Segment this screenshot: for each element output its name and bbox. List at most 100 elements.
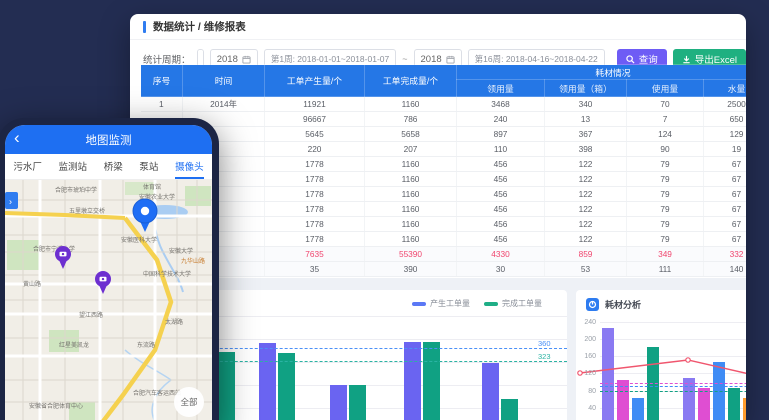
- table-cell: 340: [545, 97, 627, 112]
- table-cell: 1160: [365, 202, 457, 217]
- map-label: 体育馆: [143, 183, 161, 191]
- table-cell: 90: [627, 142, 704, 157]
- consumables-plot: [600, 313, 746, 420]
- map-all-button-label: 全部: [180, 397, 198, 407]
- range-separator: ~: [402, 54, 407, 64]
- sub-col-header-1: 领用量: [457, 80, 545, 97]
- table-cell: 1778: [265, 157, 365, 172]
- legend-label: 完成工单量: [502, 298, 542, 309]
- tab-pump-station[interactable]: 泵站: [139, 154, 158, 179]
- calendar-icon: [242, 55, 251, 64]
- table-cell: 349: [627, 247, 704, 262]
- table-cell: 456: [457, 217, 545, 232]
- phone-tab-bar: 污水厂 监测站 桥梁 泵站 摄像头: [5, 154, 212, 180]
- chart-title-icon: [586, 298, 599, 311]
- y-axis-tick: 40: [578, 405, 596, 412]
- table-cell: 7635: [265, 247, 365, 262]
- tab-monitor-station[interactable]: 监测站: [59, 154, 88, 179]
- back-icon[interactable]: ‹: [14, 128, 20, 148]
- table-cell: 5658: [365, 127, 457, 142]
- table-cell: 398: [545, 142, 627, 157]
- table-cell: 67: [704, 217, 747, 232]
- table-cell: 1160: [365, 187, 457, 202]
- bar-完成工单量: [501, 399, 518, 420]
- table-cell: 1778: [265, 172, 365, 187]
- table-row: 177811604561227967: [141, 172, 747, 187]
- map-label: 合肥市琥珀中学: [55, 186, 97, 194]
- map-all-button[interactable]: 全部: [174, 387, 204, 417]
- bar-完成工单量: [278, 353, 295, 420]
- tab-sewage-plant[interactable]: 污水厂: [13, 154, 42, 179]
- reference-line-label: 323: [538, 352, 551, 361]
- map-label: 安徽省合肥体育中心: [29, 402, 83, 410]
- bar-产生工单量: [482, 363, 499, 420]
- y-axis-tick: 120: [578, 370, 596, 377]
- consumables-chart: 耗材分析 2402001601208040: [576, 290, 746, 420]
- map-expander-button[interactable]: ›: [5, 192, 18, 209]
- table-cell: 53: [545, 262, 627, 277]
- table-cell: 2014年: [183, 97, 265, 112]
- y-axis-tick: 80: [578, 388, 596, 395]
- table-cell: 129: [704, 127, 747, 142]
- phone-app-header: ‹ 地图监测: [5, 125, 212, 154]
- map-label: 东流路: [137, 341, 155, 349]
- col-group-header-consumables: 耗材情况: [457, 65, 747, 80]
- table-cell: 1778: [265, 232, 365, 247]
- table-cell: 390: [365, 262, 457, 277]
- table-cell: 4330: [457, 247, 545, 262]
- table-cell: 332: [704, 247, 747, 262]
- table-row: 56455658897367124129: [141, 127, 747, 142]
- table-cell: 1160: [365, 97, 457, 112]
- table-cell: 19: [704, 142, 747, 157]
- page-title: 数据统计 / 维修报表: [153, 19, 246, 34]
- map-label: 安徽医科大学: [121, 236, 157, 244]
- col-header-time: 时间: [183, 65, 265, 97]
- map-label: 望江西路: [79, 311, 103, 319]
- tab-camera[interactable]: 摄像头: [175, 154, 204, 179]
- table-cell: 55390: [365, 247, 457, 262]
- map-view[interactable]: 合肥市琥珀中学体育馆安徽农业大学五里墩立交桥安徽医科大学合肥市宁溪小学安徽大学中…: [5, 180, 212, 420]
- table-cell: 220: [265, 142, 365, 157]
- map-label: 合肥汽车客运西站: [133, 389, 181, 397]
- map-label: 太湖路: [165, 318, 183, 326]
- table-cell: 5645: [265, 127, 365, 142]
- table-row: 177811604561227967: [141, 202, 747, 217]
- table-cell: 122: [545, 217, 627, 232]
- bar-完成工单量: [218, 352, 235, 420]
- table-cell: 13: [545, 112, 627, 127]
- table-cell: 79: [627, 187, 704, 202]
- table-cell: 122: [545, 202, 627, 217]
- legend-item[interactable]: 完成工单量: [484, 298, 542, 309]
- table-cell: 70: [627, 97, 704, 112]
- table-cell: 456: [457, 202, 545, 217]
- col-header-completed: 工单完成量/个: [365, 65, 457, 97]
- table-row: 12014年1192111603468340702500: [141, 97, 747, 112]
- chart-legend: 产生工单量 完成工单量: [412, 298, 542, 309]
- table-cell: 67: [704, 232, 747, 247]
- table-cell: 2500: [704, 97, 747, 112]
- table-cell: 79: [627, 217, 704, 232]
- col-header-index: 序号: [141, 65, 183, 97]
- table-cell: 1778: [265, 202, 365, 217]
- table-cell: 79: [627, 172, 704, 187]
- tab-bridge[interactable]: 桥梁: [104, 154, 123, 179]
- map-label: 五里墩立交桥: [69, 207, 105, 215]
- table-cell: 1160: [365, 232, 457, 247]
- reference-line-label: 360: [538, 339, 551, 348]
- table-cell: 67: [704, 187, 747, 202]
- map-label: 中国科学技术大学: [143, 270, 191, 278]
- bar-完成工单量: [423, 342, 440, 420]
- table-cell: 79: [627, 202, 704, 217]
- legend-item[interactable]: 产生工单量: [412, 298, 470, 309]
- col-header-created: 工单产生量/个: [265, 65, 365, 97]
- table-cell: 1160: [365, 157, 457, 172]
- table-cell: 207: [365, 142, 457, 157]
- table-cell: 122: [545, 187, 627, 202]
- table-cell: 1160: [365, 172, 457, 187]
- legend-label: 产生工单量: [430, 298, 470, 309]
- calendar-icon: [446, 55, 455, 64]
- table-cell: 67: [704, 202, 747, 217]
- table-cell: 7: [627, 112, 704, 127]
- bar-产生工单量: [330, 385, 347, 420]
- download-icon: [682, 55, 691, 64]
